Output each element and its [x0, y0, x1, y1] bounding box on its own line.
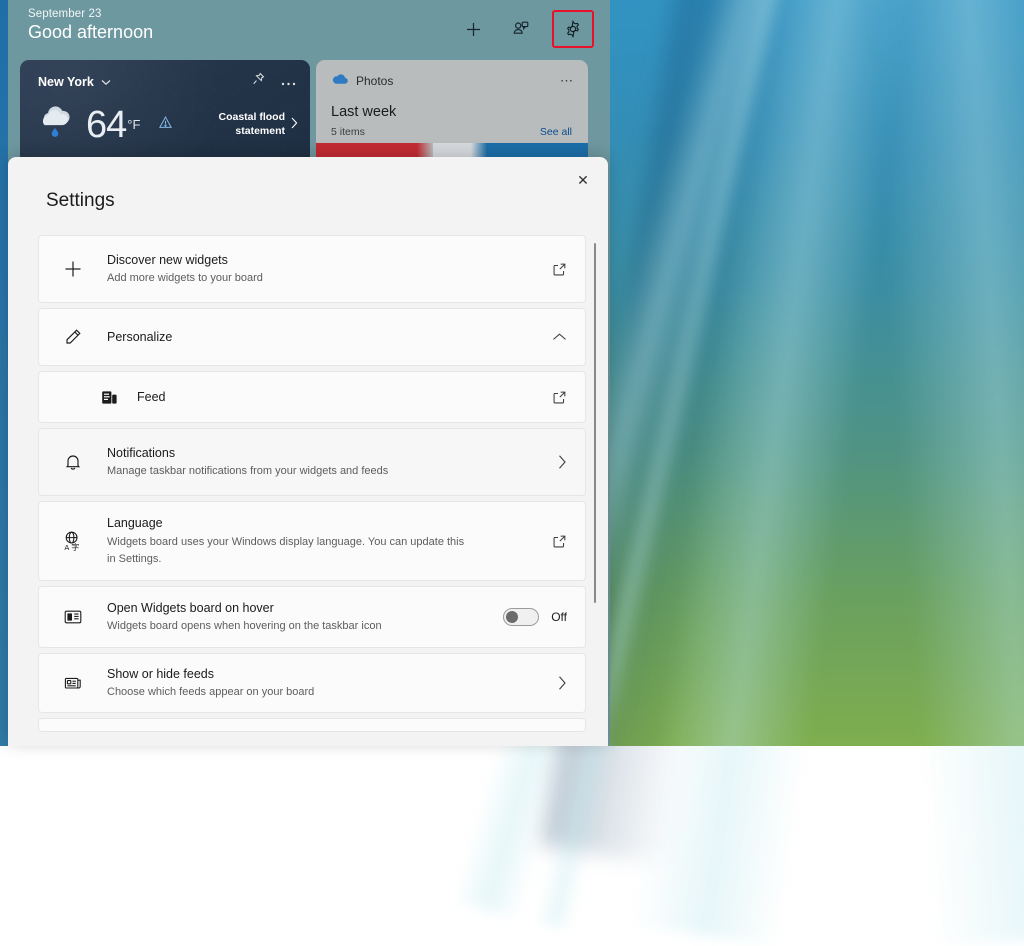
photos-widget-header: Photos ⋯ — [331, 72, 574, 90]
more-icon[interactable] — [281, 73, 296, 91]
settings-scroll-area[interactable]: Discover new widgets Add more widgets to… — [8, 235, 608, 746]
weather-temperature: 64 — [86, 106, 126, 144]
feed-icon — [39, 389, 137, 406]
board-accent-strip — [0, 0, 8, 746]
settings-row-text: Language Widgets board uses your Windows… — [107, 501, 552, 581]
toggle-state-label: Off — [551, 610, 567, 624]
photos-subtitle: 5 items — [331, 126, 365, 138]
settings-row-discover-new-widgets[interactable]: Discover new widgets Add more widgets to… — [38, 235, 586, 303]
svg-text:字: 字 — [71, 542, 79, 552]
settings-scrollbar[interactable] — [594, 243, 596, 603]
settings-panel: ✕ Settings Discover new widgets Add more… — [8, 157, 608, 746]
add-widget-button[interactable] — [456, 12, 490, 46]
svg-text:A: A — [64, 543, 69, 552]
chevron-right-icon[interactable] — [557, 675, 567, 691]
onedrive-cloud-icon — [331, 72, 348, 90]
settings-row-language[interactable]: A 字 Language Widgets board uses your Win… — [38, 501, 586, 581]
board-header-actions — [456, 10, 594, 48]
settings-row-text: Show or hide feeds Choose which feeds ap… — [107, 652, 557, 715]
settings-row-notifications[interactable]: Notifications Manage taskbar notificatio… — [38, 428, 586, 496]
settings-row-title: Language — [107, 514, 552, 533]
photos-app-label: Photos — [356, 74, 393, 88]
weather-cloud-rain-icon — [34, 100, 86, 149]
settings-row-title: Show or hide feeds — [107, 665, 557, 684]
settings-row-title: Discover new widgets — [107, 251, 552, 270]
pencil-icon — [39, 327, 107, 347]
page-title: Settings — [46, 190, 115, 212]
close-icon[interactable]: ✕ — [568, 166, 598, 194]
chevron-right-icon[interactable] — [557, 454, 567, 470]
chevron-right-icon — [291, 116, 298, 134]
weather-alert-text: Coastal flood statement — [179, 111, 285, 137]
open-external-icon[interactable] — [552, 534, 567, 549]
settings-row-subtitle: Widgets board uses your Windows display … — [107, 534, 472, 568]
open-on-hover-toggle[interactable]: Off — [503, 608, 567, 626]
settings-row-personalize[interactable]: Personalize — [38, 308, 586, 366]
photos-title: Last week — [331, 104, 396, 120]
settings-row-subtitle: Manage taskbar notifications from your w… — [107, 463, 507, 480]
settings-row-partial[interactable] — [38, 718, 586, 732]
settings-row-title: Personalize — [107, 328, 552, 347]
toggle-knob — [506, 611, 518, 623]
settings-row-text: Notifications Manage taskbar notificatio… — [107, 431, 557, 494]
settings-row-text: Feed — [137, 375, 552, 420]
photos-widget[interactable]: Photos ⋯ Last week 5 items See all — [316, 60, 588, 165]
weather-temperature-unit: °F — [127, 117, 140, 132]
settings-gear-highlight-box — [552, 10, 594, 48]
settings-row-open-on-hover[interactable]: Open Widgets board on hover Widgets boar… — [38, 586, 586, 648]
weather-widget-header: New York — [38, 72, 296, 91]
newspaper-icon — [39, 673, 107, 693]
plus-icon — [39, 259, 107, 279]
settings-row-text: Discover new widgets Add more widgets to… — [107, 238, 552, 301]
settings-row-text: Personalize — [107, 315, 552, 360]
more-icon[interactable]: ⋯ — [560, 73, 574, 89]
settings-row-title: Notifications — [107, 444, 557, 463]
settings-row-text: Open Widgets board on hover Widgets boar… — [107, 586, 503, 649]
alert-warning-icon — [158, 115, 173, 135]
pin-icon[interactable] — [252, 72, 265, 91]
settings-list: Discover new widgets Add more widgets to… — [8, 235, 608, 732]
notifications-button[interactable] — [504, 12, 538, 46]
weather-alert[interactable]: Coastal flood statement — [158, 111, 298, 137]
open-external-icon[interactable] — [552, 390, 567, 405]
toggle-switch[interactable] — [503, 608, 539, 626]
weather-widget[interactable]: New York — [20, 60, 310, 165]
language-globe-icon: A 字 — [39, 530, 107, 552]
weather-widget-body: 64 °F Coastal flood statement — [34, 100, 298, 149]
photos-see-all-link[interactable]: See all — [540, 126, 572, 138]
chevron-down-icon[interactable] — [101, 73, 111, 91]
settings-row-title: Feed — [137, 388, 552, 407]
weather-city-label: New York — [38, 75, 94, 89]
settings-row-show-or-hide-feeds[interactable]: Show or hide feeds Choose which feeds ap… — [38, 653, 586, 713]
settings-row-subtitle: Add more widgets to your board — [107, 270, 507, 287]
settings-gear-button[interactable] — [556, 12, 590, 46]
chevron-up-icon[interactable] — [552, 332, 567, 342]
wallpaper-light-streak — [865, 0, 1024, 946]
bell-icon — [39, 452, 107, 472]
board-header: September 23 Good afternoon — [28, 8, 594, 56]
settings-row-feed[interactable]: Feed — [38, 371, 586, 423]
settings-row-title: Open Widgets board on hover — [107, 599, 503, 618]
widgets-board-icon — [39, 607, 107, 627]
settings-row-subtitle: Widgets board opens when hovering on the… — [107, 618, 503, 635]
open-external-icon[interactable] — [552, 262, 567, 277]
settings-row-subtitle: Choose which feeds appear on your board — [107, 684, 507, 701]
